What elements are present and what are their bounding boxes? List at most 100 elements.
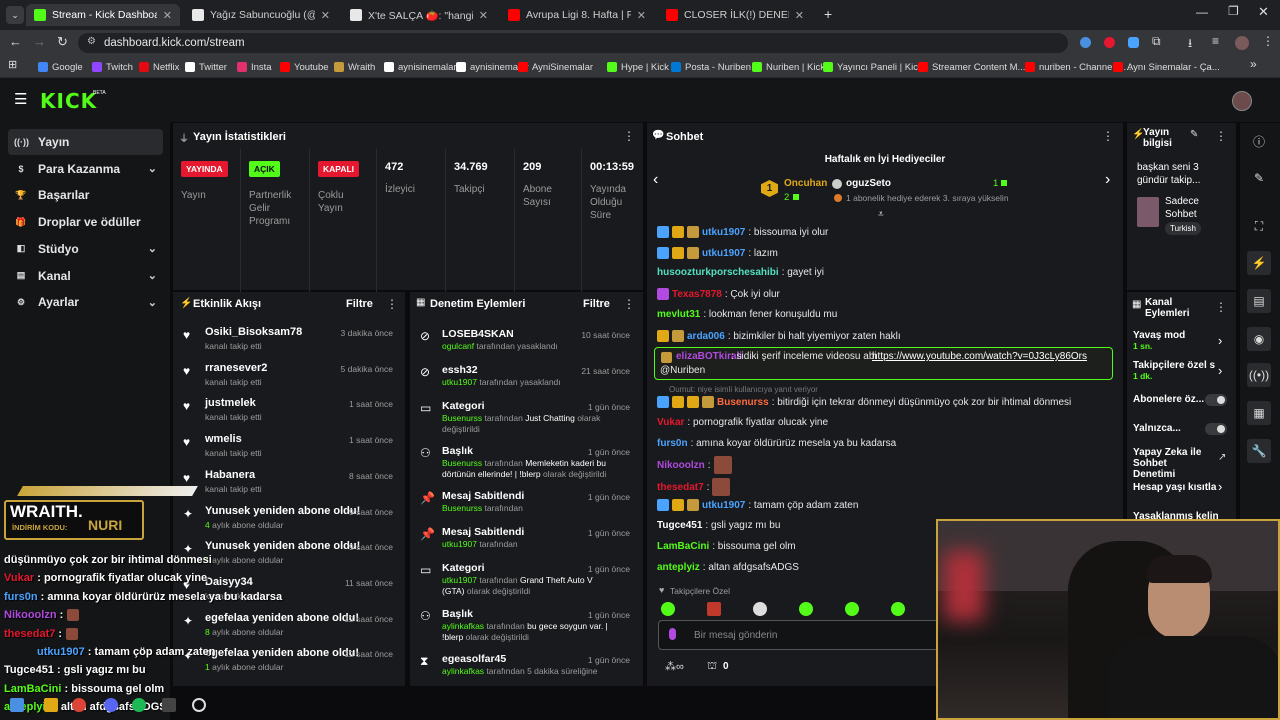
broadcast-toggle-icon[interactable]: ((•)) — [1247, 363, 1271, 387]
bookmark-item[interactable]: Yayıncı Paneli | Kick — [823, 59, 923, 75]
chat-username[interactable]: Vukar — [657, 417, 684, 428]
bookmark-item[interactable]: Hype | Kick — [607, 59, 669, 75]
mod-actor[interactable]: utku1907 — [442, 575, 477, 585]
activity-menu-icon[interactable]: ⋮ — [386, 297, 398, 311]
extensions-puzzle-icon[interactable]: ⧉ — [1152, 34, 1161, 49]
bookmark-item[interactable]: Wraith — [334, 59, 375, 75]
chat-username[interactable]: Busenurss — [717, 397, 769, 408]
chat-username[interactable]: Tugce451 — [657, 520, 702, 531]
browser-menu-icon[interactable]: ⋮ — [1262, 34, 1274, 48]
mod-item-title[interactable]: Kategori — [442, 400, 485, 412]
emote-5-icon[interactable] — [845, 602, 859, 616]
taskbar-app-6-icon[interactable] — [162, 698, 176, 712]
download-icon[interactable]: ⭳ — [1188, 34, 1192, 55]
emote-1-icon[interactable] — [661, 602, 675, 616]
subscribers-only-toggle[interactable] — [1205, 394, 1227, 406]
mod-actor[interactable]: utku1907 — [442, 377, 477, 387]
mod-item-title[interactable]: Mesaj Sabitlendi — [442, 526, 524, 538]
mod-item-title[interactable]: Başlık — [442, 445, 473, 457]
browser-tab[interactable]: Yağız Sabuncuoğlu (@yagosabu ✕ — [184, 4, 338, 26]
followers-only-control[interactable]: Takipçilere özel s1 dk. — [1133, 360, 1215, 381]
chat-menu-icon[interactable]: ⋮ — [1102, 129, 1114, 143]
mod-actor[interactable]: ogulcanf — [442, 341, 474, 351]
chat-username[interactable]: Texas7878 — [672, 289, 722, 300]
activity-filter-button[interactable]: Filtre — [346, 298, 373, 310]
apps-grid-icon[interactable]: ⊞ — [8, 58, 17, 71]
mod-item-title[interactable]: Kategori — [442, 562, 485, 574]
kick-logo[interactable]: KICK — [40, 89, 97, 113]
chevron-down-icon[interactable]: ⌄ — [148, 296, 157, 309]
forward-icon[interactable]: → — [33, 34, 46, 49]
mod-actor[interactable]: aylinkafkas — [442, 621, 484, 631]
taskbar-app-1-icon[interactable] — [10, 698, 24, 712]
sidebar-item-2[interactable]: $ Para Kazanma ⌄ — [8, 156, 163, 182]
mod-item-title[interactable]: essh32 — [442, 364, 478, 376]
chat-username[interactable]: anteplyiz — [657, 562, 700, 573]
edit-stream-info-icon[interactable]: ✎ — [1190, 129, 1198, 140]
new-tab-icon[interactable]: + — [824, 6, 832, 22]
back-icon[interactable]: ← — [9, 34, 22, 49]
chat-username[interactable]: utku1907 — [702, 227, 745, 238]
collapse-gifters-icon[interactable]: ⩡ — [878, 209, 884, 220]
bookmark-item[interactable]: Netflix — [139, 59, 179, 75]
extension-icon-2[interactable] — [1104, 37, 1115, 48]
browser-tab[interactable]: CLOSER İLK(!) DENEMEDE BAŞA ✕ — [658, 4, 812, 26]
extension-icon-1[interactable] — [1080, 37, 1091, 48]
mic-icon[interactable] — [669, 628, 676, 640]
taskbar-app-2-icon[interactable] — [44, 698, 58, 712]
chevron-down-icon[interactable]: ⌄ — [148, 162, 157, 175]
crop-icon[interactable]: ⛶ — [1247, 214, 1271, 238]
event-title[interactable]: justmelek — [205, 397, 256, 409]
bookmark-item[interactable]: Twitch — [92, 59, 133, 75]
chat-username[interactable]: utku1907 — [702, 248, 745, 259]
bolt-icon[interactable]: ⚡ — [1247, 251, 1271, 275]
sidebar-item-5[interactable]: ◧ Stüdyo ⌄ — [8, 236, 163, 262]
reload-icon[interactable]: ↻ — [57, 34, 68, 50]
taskbar-app-4-icon[interactable] — [104, 698, 118, 712]
mod-actor[interactable]: Busenurss — [442, 503, 482, 513]
sidebar-item-3[interactable]: 🏆 Başarılar — [8, 182, 163, 208]
sidebar-item-4[interactable]: 🎁 Droplar ve ödüller — [8, 209, 163, 235]
gifter1-name[interactable]: Oncuhan — [784, 178, 827, 189]
mod-item-title[interactable]: egeasolfar45 — [442, 653, 506, 665]
bookmark-item[interactable]: Youtube — [280, 59, 329, 75]
sidebar-item-7[interactable]: ⚙ Ayarlar ⌄ — [8, 289, 163, 315]
followers-chevron-icon[interactable]: › — [1218, 363, 1222, 378]
emote-6-icon[interactable] — [891, 602, 905, 616]
close-window-icon[interactable]: ✕ — [1258, 4, 1269, 20]
event-title[interactable]: Habanera — [205, 469, 255, 481]
user-avatar[interactable] — [1232, 91, 1252, 111]
restore-icon[interactable]: ❐ — [1228, 4, 1239, 18]
event-title[interactable]: wmelis — [205, 433, 242, 445]
mod-panel-icon[interactable]: ▦ — [1247, 401, 1271, 425]
browser-tab[interactable]: X'te SALÇA 🍅: "hangimiz şamp ✕ — [342, 4, 496, 26]
bookmark-item[interactable]: Aynı Sinemalar - Ça... — [1113, 59, 1220, 75]
hamburger-menu-icon[interactable]: ☰ — [14, 92, 27, 107]
bookmark-item[interactable]: Twitter — [185, 59, 227, 75]
emotes-only-toggle[interactable] — [1205, 423, 1227, 435]
event-title[interactable]: Yunusek yeniden abone oldu! — [205, 540, 360, 552]
info-icon[interactable]: ⓘ — [1247, 129, 1271, 153]
taskbar-app-5-icon[interactable] — [132, 698, 146, 712]
emote-4-icon[interactable] — [799, 602, 813, 616]
sidebar-item-1[interactable]: ((·)) Yayın — [8, 129, 163, 155]
bookmark-item[interactable]: Nuriben | Kick — [752, 59, 825, 75]
profile-avatar[interactable] — [1235, 36, 1249, 50]
bookmark-item[interactable]: Google — [38, 59, 83, 75]
chat-username[interactable]: furs0n — [657, 438, 688, 449]
browser-tab[interactable]: Stream - Kick Dashboard ✕ — [26, 4, 180, 26]
gifter2-name[interactable]: oguzSeto — [846, 178, 891, 189]
bookmark-item[interactable]: Streamer Content M... — [918, 59, 1025, 75]
emote-3-icon[interactable] — [753, 602, 767, 616]
bookmark-item[interactable]: Posta - Nuriben — [671, 59, 751, 75]
external-link-icon[interactable]: ↗ — [1218, 452, 1226, 463]
chevron-down-icon[interactable]: ⌄ — [148, 269, 157, 282]
minimize-icon[interactable]: — — [1196, 5, 1208, 19]
media-control-icon[interactable]: ≡ — [1212, 34, 1219, 48]
slow-mode-chevron-icon[interactable]: › — [1218, 333, 1222, 348]
moderation-filter-button[interactable]: Filtre — [583, 298, 610, 310]
tab-close-icon[interactable]: ✕ — [637, 9, 646, 22]
tab-close-icon[interactable]: ✕ — [321, 9, 330, 22]
chat-username[interactable]: thesedat7 — [657, 482, 704, 493]
pinned-message[interactable]: elizaBOTkirali : sidiki şerif inceleme v… — [654, 347, 1113, 380]
